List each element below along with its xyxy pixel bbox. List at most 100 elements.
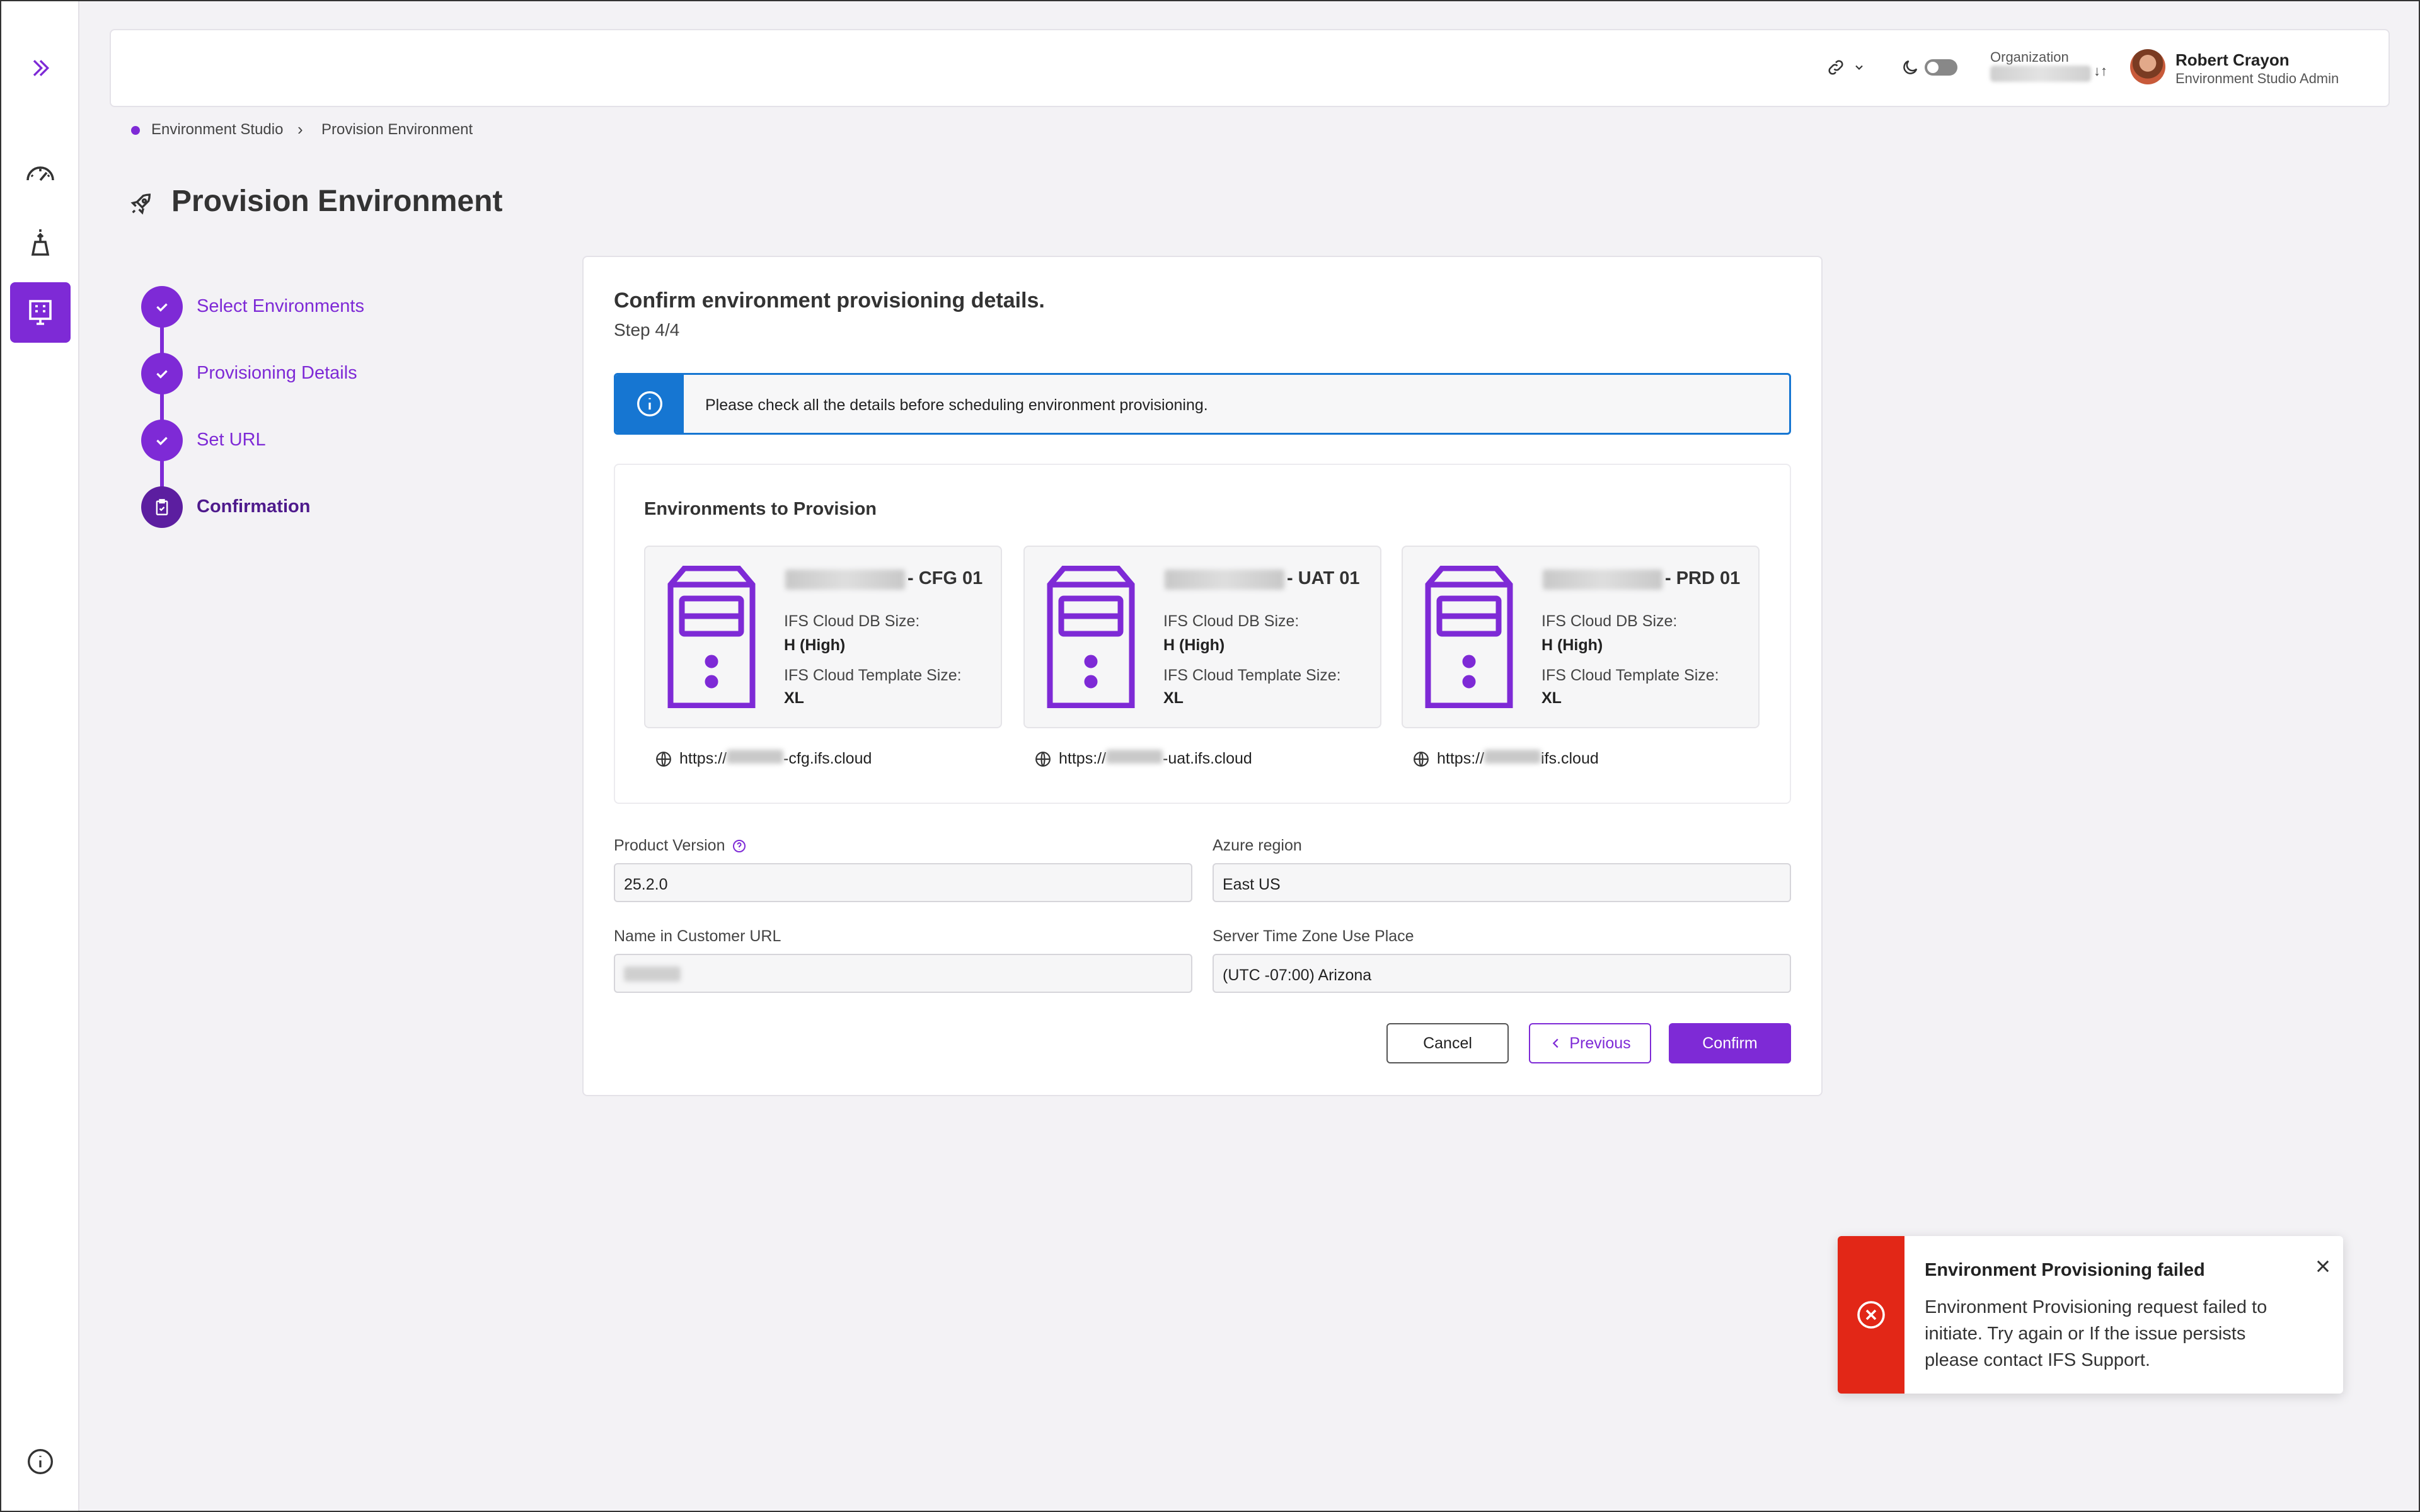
- product-version-field[interactable]: 25.2.0: [614, 863, 1192, 902]
- previous-button[interactable]: Previous: [1529, 1023, 1651, 1063]
- template-size-label: IFS Cloud Template Size:: [1541, 667, 1719, 684]
- env-card-prd: - PRD 01 IFS Cloud DB Size: H (High) IFS…: [1402, 546, 1760, 728]
- check-icon: [156, 303, 168, 312]
- db-size-label: IFS Cloud DB Size:: [1163, 612, 1299, 630]
- url-prefix: https://: [1059, 750, 1107, 767]
- avatar[interactable]: [2130, 49, 2165, 84]
- toast-title: Environment Provisioning failed: [1925, 1260, 2205, 1280]
- check-icon: [156, 437, 168, 445]
- db-size-label: IFS Cloud DB Size:: [1541, 612, 1678, 630]
- url-suffix: -uat.ifs.cloud: [1163, 750, 1252, 767]
- info-icon: [637, 391, 662, 416]
- env-card-uat: - UAT 01 IFS Cloud DB Size: H (High) IFS…: [1023, 546, 1381, 728]
- db-size-value: H (High): [784, 636, 846, 654]
- env-suffix: - UAT 01: [1287, 568, 1360, 588]
- step-provisioning-details[interactable]: Provisioning Details: [197, 363, 357, 384]
- environments-heading: Environments to Provision: [644, 499, 877, 519]
- page-title: Provision Environment: [171, 185, 503, 218]
- sidebar-info-button[interactable]: [10, 1431, 71, 1492]
- timezone-label: Server Time Zone Use Place: [1213, 927, 1414, 945]
- speedometer-icon: [26, 166, 54, 181]
- step-1-check: [141, 286, 183, 328]
- rocket-icon: [130, 193, 151, 215]
- timezone-field[interactable]: (UTC -07:00) Arizona: [1213, 954, 1791, 993]
- env-card-cfg: - CFG 01 IFS Cloud DB Size: H (High) IFS…: [644, 546, 1002, 728]
- step-4-current: [141, 486, 183, 528]
- customer-url-label: Name in Customer URL: [614, 927, 781, 945]
- env-url-cfg[interactable]: https:// -cfg.ifs.cloud: [655, 750, 872, 768]
- step-3-check: [141, 420, 183, 461]
- azure-region-label: Azure region: [1213, 837, 1302, 854]
- link-menu-button[interactable]: [1826, 58, 1865, 77]
- confirm-button[interactable]: Confirm: [1669, 1023, 1791, 1063]
- env-name-redacted: [1543, 570, 1662, 590]
- info-icon: [28, 1449, 53, 1474]
- env-url-uat[interactable]: https:// -uat.ifs.cloud: [1035, 750, 1252, 768]
- dark-mode-toggle[interactable]: [1901, 58, 1957, 77]
- step-2-check: [141, 353, 183, 394]
- env-url-prd[interactable]: https:// ifs.cloud: [1413, 750, 1599, 768]
- error-circle-icon: [1857, 1301, 1885, 1329]
- env-name-redacted: [785, 570, 905, 590]
- toast-message: Environment Provisioning request failed …: [1925, 1297, 2267, 1370]
- organization-label: Organization: [1990, 49, 2069, 65]
- globe-icon: [1035, 751, 1051, 767]
- expand-sidebar-button[interactable]: [10, 38, 71, 98]
- step-select-environments[interactable]: Select Environments: [197, 296, 364, 317]
- error-toast: Environment Provisioning failed Environm…: [1838, 1236, 2343, 1394]
- card-step: Step 4/4: [614, 320, 680, 340]
- moon-icon: [1903, 60, 1918, 74]
- url-suffix: -cfg.ifs.cloud: [783, 750, 872, 767]
- card-title: Confirm environment provisioning details…: [614, 289, 1045, 312]
- deploy-icon: [31, 229, 50, 256]
- check-icon: [156, 370, 168, 379]
- server-icon: [1425, 566, 1513, 708]
- template-size-value: XL: [1163, 689, 1184, 707]
- info-banner: Please check all the details before sche…: [614, 373, 1791, 435]
- globe-icon: [656, 751, 671, 767]
- organization-value[interactable]: [1990, 66, 2091, 82]
- sidebar-item-environments[interactable]: [10, 282, 71, 343]
- stepper-line: [160, 306, 164, 508]
- help-icon[interactable]: [732, 839, 747, 854]
- user-name: Robert Crayon: [2175, 50, 2290, 69]
- template-size-value: XL: [784, 689, 804, 707]
- env-name-redacted: [1165, 570, 1284, 590]
- breadcrumb-separator-icon: ›: [297, 120, 303, 139]
- breadcrumb-dot: [131, 126, 140, 135]
- link-icon: [1828, 60, 1843, 75]
- double-chevron-right-icon: [33, 60, 50, 76]
- close-icon: [2317, 1260, 2329, 1273]
- server-icon: [667, 566, 756, 708]
- server-icon: [1047, 566, 1135, 708]
- template-size-label: IFS Cloud Template Size:: [784, 667, 962, 684]
- clipboard-check-icon: [156, 499, 168, 515]
- url-suffix: ifs.cloud: [1541, 750, 1599, 767]
- sidebar-item-deploy[interactable]: [10, 212, 71, 272]
- step-confirmation: Confirmation: [197, 496, 311, 517]
- step-set-url[interactable]: Set URL: [197, 430, 266, 450]
- organization-switch-icon[interactable]: ↓↑: [2094, 63, 2107, 79]
- product-version-label: Product Version: [614, 837, 747, 855]
- azure-region-field[interactable]: East US: [1213, 863, 1791, 902]
- user-role: Environment Studio Admin: [2175, 71, 2339, 86]
- url-prefix: https://: [1437, 750, 1485, 767]
- breadcrumb-root[interactable]: Environment Studio: [151, 121, 283, 139]
- customer-url-field[interactable]: [614, 954, 1192, 993]
- breadcrumb-current: Provision Environment: [321, 121, 473, 138]
- info-message: Please check all the details before sche…: [705, 396, 1208, 414]
- building-grid-icon: [29, 300, 52, 325]
- template-size-label: IFS Cloud Template Size:: [1163, 667, 1341, 684]
- toggle-switch[interactable]: [1925, 59, 1957, 76]
- url-prefix: https://: [679, 750, 727, 767]
- template-size-value: XL: [1541, 689, 1562, 707]
- sidebar-item-dashboard[interactable]: [10, 142, 71, 203]
- toast-close-button[interactable]: [2312, 1255, 2334, 1278]
- db-size-label: IFS Cloud DB Size:: [784, 612, 920, 630]
- db-size-value: H (High): [1541, 636, 1603, 654]
- chevron-down-icon: [1855, 65, 1863, 70]
- env-suffix: - PRD 01: [1665, 568, 1741, 588]
- sidebar: [0, 0, 79, 1512]
- cancel-button[interactable]: Cancel: [1386, 1023, 1509, 1063]
- globe-icon: [1414, 751, 1429, 767]
